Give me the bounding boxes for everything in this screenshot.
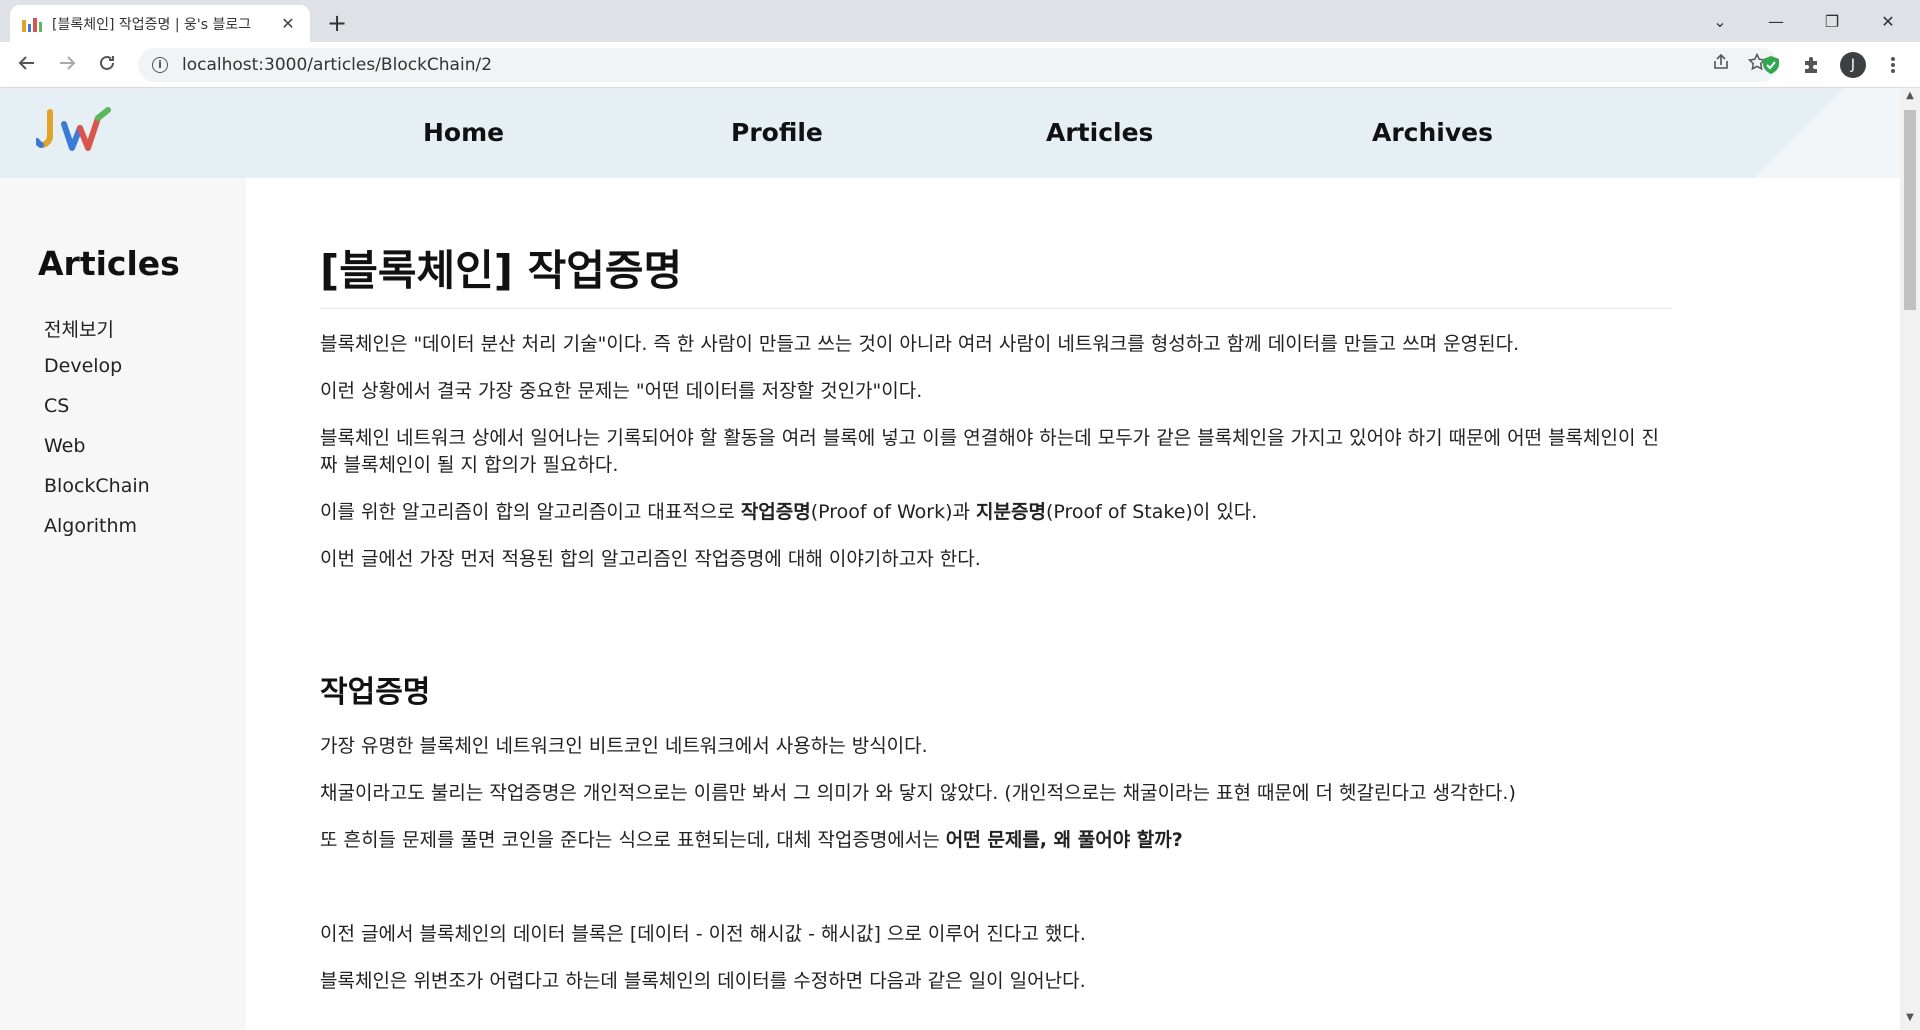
- nav-articles[interactable]: Articles: [1046, 118, 1153, 147]
- tab-title: [블록체인] 작업증명 | 웅's 블로그: [52, 16, 252, 33]
- shield-extension-icon[interactable]: [1756, 50, 1786, 80]
- section-paragraph: 이전 글에서 블록체인의 데이터 블록은 [데이터 - 이전 해시값 - 해시값…: [320, 923, 1086, 946]
- section-paragraph: 블록체인은 위변조가 어렵다고 하는데 블록체인의 데이터를 수정하면 다음과 …: [320, 970, 1086, 993]
- browser-tab[interactable]: [블록체인] 작업증명 | 웅's 블로그 ✕: [10, 5, 310, 42]
- reload-icon[interactable]: [92, 50, 122, 80]
- kebab-menu-icon[interactable]: [1878, 50, 1908, 80]
- article-title: [블록체인] 작업증명: [320, 246, 1672, 310]
- pow-term: 작업증명: [740, 501, 811, 524]
- section-heading: 작업증명: [320, 675, 431, 711]
- scroll-up-icon[interactable]: ▲: [1900, 90, 1920, 106]
- profile-avatar[interactable]: J: [1838, 50, 1868, 80]
- restore-button[interactable]: ❐: [1804, 0, 1860, 42]
- sidebar-item-develop[interactable]: Develop: [44, 355, 122, 377]
- page-scrollbar[interactable]: ▲ ▼: [1900, 88, 1920, 1030]
- section-paragraph: 가장 유명한 블록체인 네트워크인 비트코인 네트워크에서 사용하는 방식이다.: [320, 735, 928, 758]
- question-paragraph: 또 흔히들 문제를 풀면 코인을 준다는 식으로 표현되는데, 대체 작업증명에…: [320, 829, 1183, 852]
- intro-paragraph: 이번 글에선 가장 먼저 적용된 합의 알고리즘인 작업증명에 대해 이야기하고…: [320, 548, 981, 571]
- article-content: [블록체인] 작업증명 블록체인은 "데이터 분산 처리 기술"이다. 즉 한 …: [320, 246, 1672, 1015]
- question-emphasis: 어떤 문제를, 왜 풀어야 할까?: [945, 829, 1183, 852]
- new-tab-button[interactable]: +: [322, 9, 352, 39]
- nav-home[interactable]: Home: [423, 118, 504, 147]
- extensions-puzzle-icon[interactable]: [1796, 50, 1826, 80]
- scroll-thumb[interactable]: [1904, 110, 1916, 310]
- sidebar-item-algorithm[interactable]: Algorithm: [44, 515, 137, 537]
- sidebar-item-web[interactable]: Web: [44, 435, 85, 457]
- intro-paragraph: 블록체인 네트워크 상에서 일어나는 기록되어야 할 활동을 여러 블록에 넣고…: [320, 427, 1659, 477]
- address-bar[interactable]: i localhost:3000/articles/BlockChain/2: [138, 48, 1778, 82]
- site-favicon-icon: [22, 16, 42, 32]
- site-header: Home Profile Articles Archives: [0, 88, 1900, 178]
- consensus-paragraph: 이를 위한 알고리즘이 합의 알고리즘이고 대표적으로 작업증명(Proof o…: [320, 501, 1258, 524]
- site-info-icon[interactable]: i: [152, 57, 168, 73]
- sidebar-title: Articles: [38, 244, 180, 283]
- browser-tab-strip: [블록체인] 작업증명 | 웅's 블로그 ✕ + ⌄ — ❐ ✕: [0, 0, 1920, 42]
- intro-paragraph: 블록체인은 "데이터 분산 처리 기술"이다. 즉 한 사람이 만들고 쓰는 것…: [320, 333, 1520, 356]
- url-text[interactable]: localhost:3000/articles/BlockChain/2: [182, 55, 492, 75]
- minimize-button[interactable]: —: [1748, 0, 1804, 42]
- tab-search-icon[interactable]: ⌄: [1692, 0, 1748, 42]
- browser-toolbar: i localhost:3000/articles/BlockChain/2 J: [0, 42, 1920, 88]
- scroll-down-icon[interactable]: ▼: [1900, 1012, 1920, 1028]
- back-arrow-icon[interactable]: [12, 50, 42, 80]
- main-nav: Home Profile Articles Archives: [0, 88, 1900, 178]
- sidebar-item-all[interactable]: 전체보기: [44, 315, 114, 342]
- share-icon[interactable]: [1712, 53, 1730, 76]
- nav-profile[interactable]: Profile: [731, 118, 823, 147]
- section-paragraph: 채굴이라고도 불리는 작업증명은 개인적으로는 이름만 봐서 그 의미가 와 닿…: [320, 782, 1516, 805]
- intro-paragraph: 이런 상황에서 결국 가장 중요한 문제는 "어떤 데이터를 저장할 것인가"이…: [320, 380, 923, 403]
- article-main: [블록체인] 작업증명 블록체인은 "데이터 분산 처리 기술"이다. 즉 한 …: [246, 178, 1900, 1030]
- tab-close-icon[interactable]: ✕: [278, 14, 298, 34]
- nav-archives[interactable]: Archives: [1372, 118, 1493, 147]
- forward-arrow-icon[interactable]: [52, 50, 82, 80]
- pos-term: 지분증명: [976, 501, 1046, 524]
- sidebar-item-blockchain[interactable]: BlockChain: [44, 475, 150, 497]
- category-sidebar: Articles 전체보기 Develop CS Web BlockChain …: [0, 178, 246, 1030]
- close-window-button[interactable]: ✕: [1860, 0, 1916, 42]
- sidebar-item-cs[interactable]: CS: [44, 395, 69, 417]
